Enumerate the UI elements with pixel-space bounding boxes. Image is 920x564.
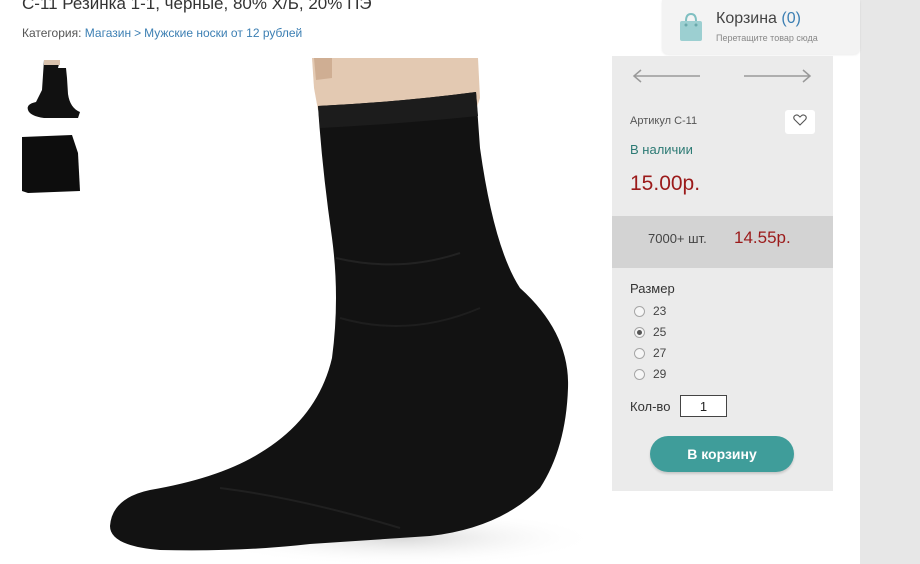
size-radio[interactable] (634, 326, 645, 338)
product-purchase-panel: Артикул С-11 В наличии 15.00р. 7000+ шт.… (612, 56, 833, 491)
shopping-bag-icon (678, 12, 704, 47)
size-radio[interactable] (634, 368, 645, 380)
size-option-29[interactable]: 29 (634, 367, 666, 381)
bulk-price-row: 7000+ шт. 14.55р. (612, 216, 833, 268)
product-title: С-11 Резинка 1-1, черные, 80% Х/Б, 20% П… (22, 0, 372, 13)
heart-icon (793, 113, 807, 131)
arrow-left-icon[interactable] (632, 66, 702, 91)
cart-title[interactable]: Корзина (0) (716, 10, 801, 28)
size-radio[interactable] (634, 347, 645, 359)
cart-count: (0) (781, 10, 801, 27)
size-option-23[interactable]: 23 (634, 304, 666, 318)
image-nav-arrows (612, 66, 833, 86)
size-option-25[interactable]: 25 (634, 325, 666, 339)
stock-status: В наличии (630, 142, 693, 157)
thumbnail-sock-detail[interactable] (22, 135, 80, 193)
product-sku: Артикул С-11 (630, 115, 698, 127)
breadcrumb: Категория: Магазин > Мужские носки от 12 р… (22, 26, 302, 40)
page-gutter (860, 0, 920, 564)
thumbnail-sock-side[interactable] (22, 60, 80, 118)
cart-widget[interactable]: Корзина (0) Перетащите товар сюда (662, 0, 860, 54)
bulk-quantity: 7000+ шт. (648, 231, 707, 246)
quantity-label: Кол-во (630, 399, 671, 414)
size-option-27[interactable]: 27 (634, 346, 666, 360)
quantity-input[interactable] (680, 395, 727, 417)
arrow-right-icon[interactable] (742, 66, 812, 91)
cart-hint: Перетащите товар сюда (716, 33, 818, 43)
add-to-cart-button[interactable]: В корзину (650, 436, 794, 472)
size-option-label: 29 (653, 367, 667, 381)
size-radio[interactable] (634, 305, 645, 317)
breadcrumb-category-link[interactable]: Мужские носки от 12 рублей (144, 26, 302, 40)
size-option-label: 25 (653, 325, 667, 339)
product-page: С-11 Резинка 1-1, черные, 80% Х/Б, 20% П… (0, 0, 920, 564)
breadcrumb-shop-link[interactable]: Магазин (85, 26, 131, 40)
product-price: 15.00р. (630, 172, 701, 195)
breadcrumb-separator: > (134, 26, 142, 40)
breadcrumb-prefix: Категория: (22, 26, 82, 40)
size-label: Размер (630, 281, 675, 296)
product-main-image[interactable] (100, 58, 600, 564)
size-option-label: 27 (653, 346, 667, 360)
bulk-price: 14.55р. (734, 228, 791, 247)
size-option-label: 23 (653, 304, 667, 318)
favorite-button[interactable] (785, 110, 815, 134)
cart-label: Корзина (716, 10, 777, 27)
